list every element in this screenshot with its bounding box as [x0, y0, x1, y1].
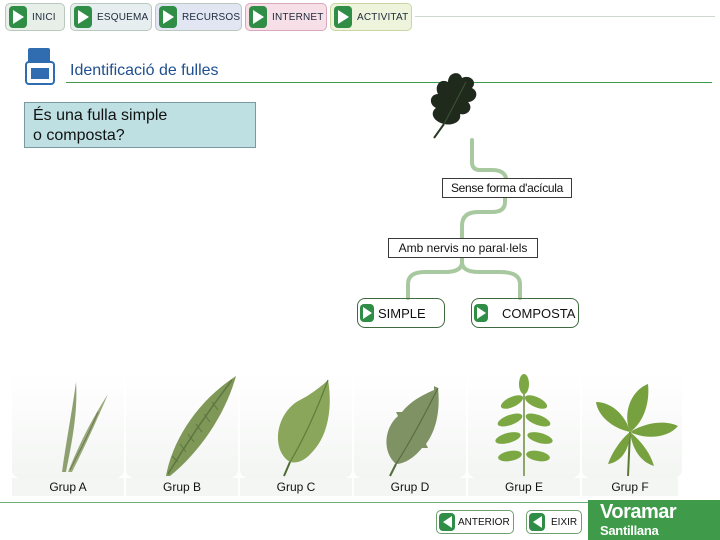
- group-a-panel: [12, 372, 124, 478]
- grass-leaf-image: [62, 382, 108, 472]
- group-d-panel: [354, 372, 466, 478]
- group-b-panel: [126, 372, 238, 478]
- pinnate-compound-leaf-image: [495, 374, 553, 476]
- group-d-label: Grup D: [354, 478, 466, 496]
- group-b-label: Grup B: [126, 478, 238, 496]
- exit-button[interactable]: EIXIR: [526, 510, 582, 534]
- group-e-panel: [468, 372, 580, 478]
- exit-label: EIXIR: [551, 516, 578, 528]
- brand-logo: Voramar Santillana: [588, 500, 720, 540]
- key-node-no-needle[interactable]: Sense forma d'acícula: [442, 178, 572, 198]
- brand-subname: Santillana: [600, 523, 659, 538]
- palmate-compound-leaf-image: [596, 384, 678, 477]
- option-compound-label: COMPOSTA: [502, 305, 576, 321]
- key-node-non-parallel-veins[interactable]: Amb nervis no paral·lels: [388, 238, 538, 258]
- previous-button[interactable]: ANTERIOR: [436, 510, 514, 534]
- brand-name: Voramar: [600, 501, 677, 523]
- option-simple-label: SIMPLE: [378, 305, 426, 321]
- play-icon: [360, 304, 374, 322]
- ovate-leaf-image: [277, 379, 330, 477]
- play-icon: [474, 304, 488, 322]
- group-f-label: Grup F: [582, 478, 678, 496]
- lanceolate-leaf-image: [166, 376, 236, 476]
- serrated-leaf-image: [386, 386, 439, 477]
- option-compound-button[interactable]: COMPOSTA: [471, 298, 579, 328]
- back-arrow-icon: [439, 513, 455, 531]
- group-c-panel: [240, 372, 352, 478]
- previous-label: ANTERIOR: [458, 516, 510, 528]
- group-c-label: Grup C: [240, 478, 352, 496]
- group-e-label: Grup E: [468, 478, 580, 496]
- oak-leaf-image: [422, 66, 482, 144]
- back-arrow-icon: [529, 513, 545, 531]
- group-f-panel: [582, 372, 682, 478]
- group-a-label: Grup A: [12, 478, 124, 496]
- option-simple-button[interactable]: SIMPLE: [357, 298, 445, 328]
